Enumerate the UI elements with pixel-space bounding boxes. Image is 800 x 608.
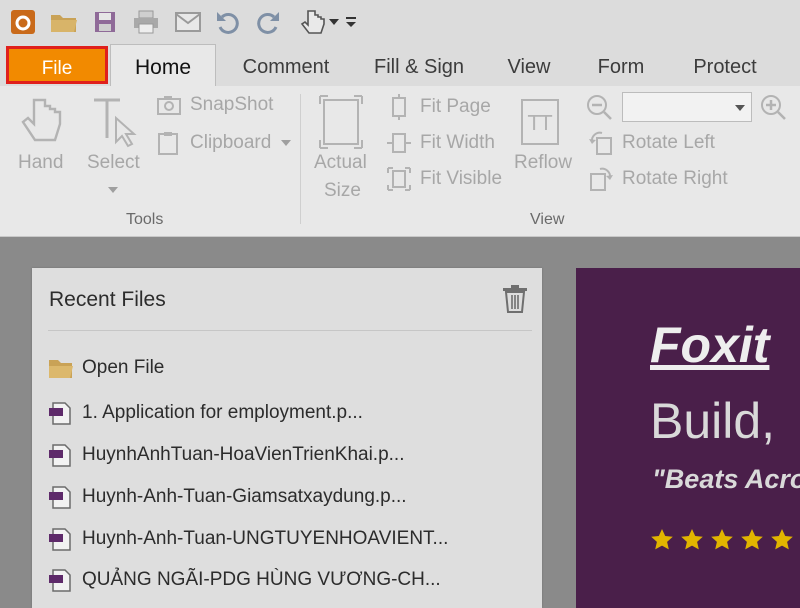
svg-text:TT: TT	[527, 111, 553, 135]
pdf-file-icon	[49, 569, 71, 592]
rotate-left-icon	[589, 131, 612, 155]
redo-icon[interactable]	[252, 8, 284, 36]
recent-files-panel: Recent Files Open File 1. Application fo…	[32, 268, 542, 608]
ribbon-home: Hand Select SnapShot Clipboard Tools Act…	[0, 86, 800, 237]
open-file-button[interactable]: Open File	[48, 353, 164, 383]
snapshot-button[interactable]: SnapShot	[156, 94, 273, 116]
reflow-icon: TT	[521, 99, 559, 145]
zoom-out-icon[interactable]	[586, 94, 614, 128]
clipboard-icon	[158, 132, 178, 155]
star-icon	[681, 529, 703, 550]
star-icon	[651, 529, 673, 550]
star-icon	[741, 529, 763, 550]
list-item[interactable]: Huynh-Anh-Tuan-UNGTUYENHOAVIENT...	[48, 524, 448, 554]
camera-icon	[157, 96, 181, 115]
save-icon[interactable]	[90, 8, 120, 36]
pdf-file-icon	[49, 402, 71, 425]
tools-group-label: Tools	[126, 211, 164, 228]
pdf-file-icon	[49, 444, 71, 467]
view-group-label: View	[530, 211, 565, 228]
recent-files-title: Recent Files	[49, 288, 166, 311]
actual-size-label-1: Actual	[314, 152, 367, 173]
reflow-button[interactable]: TT	[518, 98, 562, 152]
chevron-down-icon	[735, 105, 745, 111]
star-icon	[711, 529, 733, 550]
tab-view[interactable]: View	[498, 44, 560, 86]
fit-visible-button[interactable]: Fit Visible	[386, 166, 502, 192]
reflow-label: Reflow	[514, 152, 573, 173]
promo-quote: "Beats Acro	[652, 464, 800, 494]
recent-file-name: HuynhAnhTuan-HoaVienTrienKhai.p...	[82, 444, 405, 465]
rating-stars	[650, 528, 794, 552]
pdf-file-icon	[49, 486, 71, 509]
pdf-file-icon	[49, 528, 71, 551]
dropdown-arrow-icon[interactable]	[328, 8, 340, 36]
fit-visible-icon	[387, 167, 411, 191]
fit-width-label: Fit Width	[420, 132, 495, 153]
clipboard-label: Clipboard	[190, 132, 272, 153]
rotate-right-label: Rotate Right	[622, 168, 728, 189]
tab-comment[interactable]: Comment	[228, 44, 344, 86]
list-item[interactable]: HuynhAnhTuan-HoaVienTrienKhai.p...	[48, 440, 405, 470]
zoom-in-icon[interactable]	[760, 94, 788, 128]
text-select-icon	[94, 98, 137, 148]
tab-home[interactable]: Home	[110, 44, 216, 87]
rotate-right-button[interactable]: Rotate Right	[588, 166, 728, 192]
tab-protect[interactable]: Protect	[682, 44, 768, 86]
open-file-label: Open File	[82, 357, 165, 378]
actual-size-label-2: Size	[324, 180, 361, 201]
divider	[48, 330, 532, 331]
hand-tool-icon[interactable]	[296, 8, 330, 36]
hand-label: Hand	[18, 152, 64, 173]
recent-file-name: QUẢNG NGÃI-PDG HÙNG VƯƠNG-CH...	[82, 569, 441, 590]
trash-icon[interactable]	[502, 284, 528, 314]
rotate-left-button[interactable]: Rotate Left	[588, 130, 715, 156]
tab-file[interactable]: File	[6, 46, 108, 84]
tab-fill-sign[interactable]: Fill & Sign	[366, 44, 472, 86]
chevron-down-icon	[281, 140, 292, 146]
promo-brand: Foxit	[650, 317, 770, 373]
hand-button[interactable]	[18, 94, 66, 152]
recent-file-name: Huynh-Anh-Tuan-UNGTUYENHOAVIENT...	[82, 528, 449, 549]
zoom-select[interactable]	[622, 92, 752, 122]
list-item[interactable]: QUẢNG NGÃI-PDG HÙNG VƯƠNG-CH...	[48, 565, 441, 595]
select-label: Select	[87, 152, 140, 173]
customize-toolbar-icon[interactable]	[344, 8, 358, 36]
fit-visible-label: Fit Visible	[420, 168, 503, 189]
fit-page-button[interactable]: Fit Page	[386, 94, 491, 120]
open-folder-icon[interactable]	[48, 8, 80, 36]
list-item[interactable]: Huynh-Anh-Tuan-Giamsatxaydung.p...	[48, 482, 407, 512]
foxit-logo-icon	[8, 8, 38, 36]
select-dropdown-icon[interactable]	[108, 178, 118, 200]
actual-size-icon	[319, 95, 363, 149]
clipboard-button[interactable]: Clipboard	[156, 130, 292, 156]
recent-file-name: 1. Application for employment.p...	[82, 402, 363, 423]
ribbon-separator	[300, 94, 301, 224]
email-icon[interactable]	[172, 8, 204, 36]
quick-access-toolbar	[0, 0, 800, 44]
print-icon[interactable]	[130, 8, 162, 36]
fit-width-button[interactable]: Fit Width	[386, 130, 495, 156]
undo-icon[interactable]	[212, 8, 244, 36]
promo-headline: Build,	[650, 393, 776, 449]
fit-page-icon	[392, 94, 406, 120]
hand-icon	[21, 98, 62, 142]
select-button[interactable]	[90, 96, 138, 156]
fit-width-icon	[387, 133, 411, 153]
fit-page-label: Fit Page	[420, 96, 491, 117]
folder-icon	[49, 360, 73, 378]
rotate-right-icon	[590, 167, 613, 191]
rotate-left-label: Rotate Left	[622, 132, 715, 153]
list-item[interactable]: 1. Application for employment.p...	[48, 398, 363, 428]
actual-size-button[interactable]	[316, 94, 366, 156]
star-icon	[771, 529, 793, 550]
tab-form[interactable]: Form	[586, 44, 656, 86]
promo-banner[interactable]: Foxit Build, "Beats Acro	[576, 268, 800, 608]
snapshot-label: SnapShot	[190, 94, 274, 115]
ribbon-tabs: File Home Comment Fill & Sign View Form …	[0, 44, 800, 87]
recent-file-name: Huynh-Anh-Tuan-Giamsatxaydung.p...	[82, 486, 407, 507]
